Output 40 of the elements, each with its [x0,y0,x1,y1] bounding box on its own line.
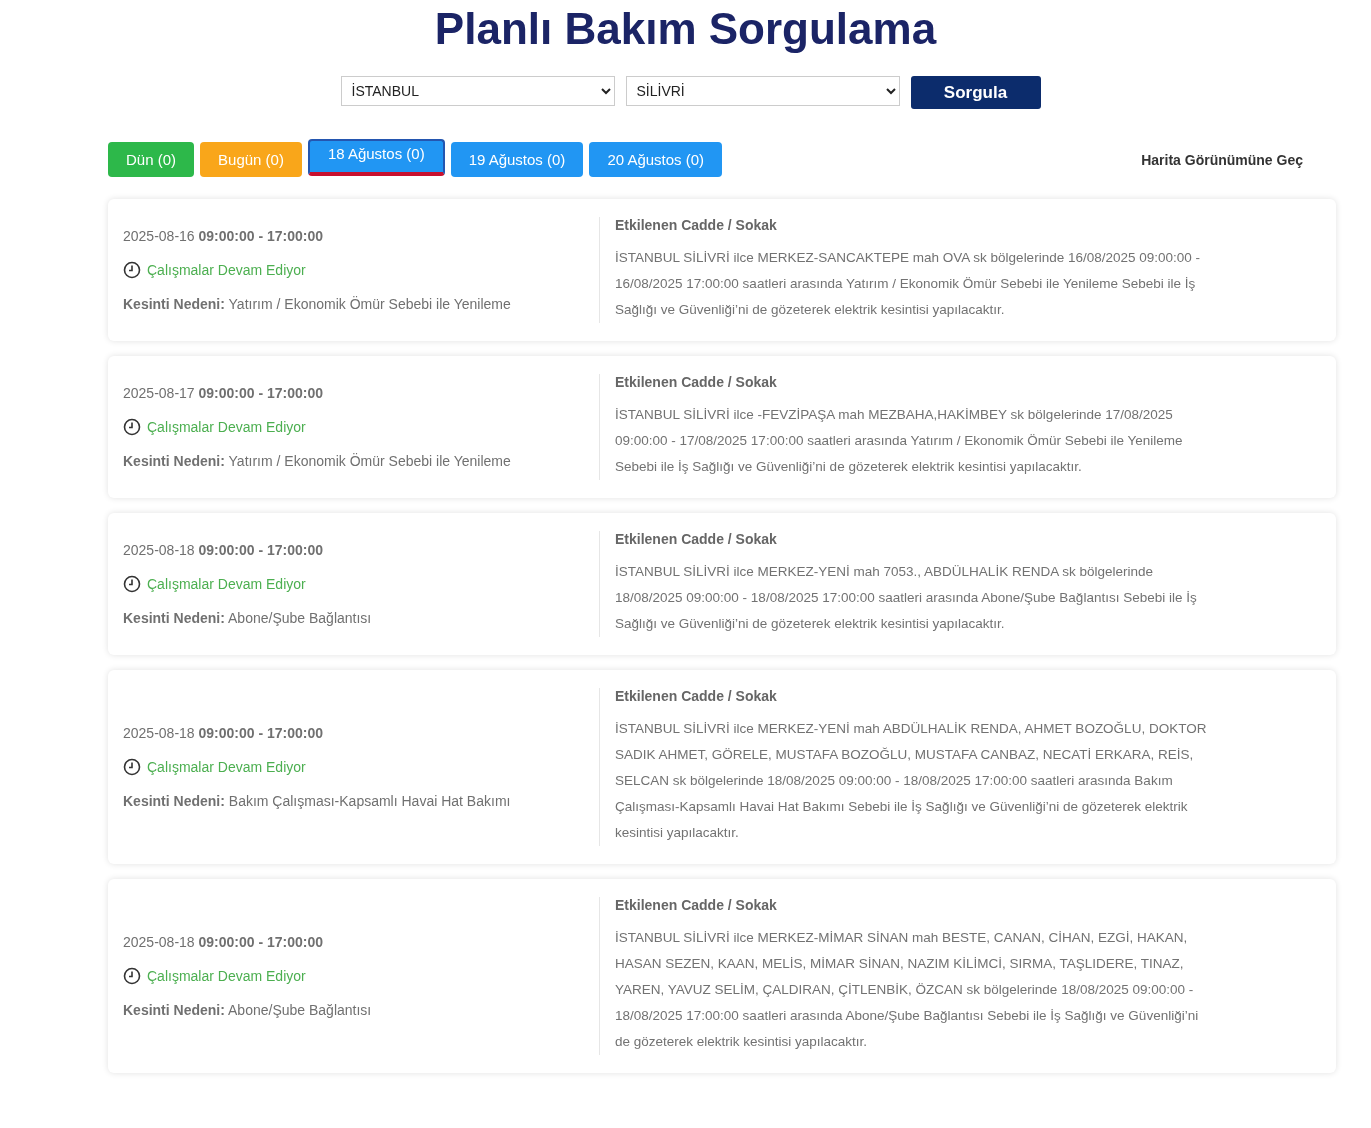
streets-heading: Etkilenen Cadde / Sokak [615,897,778,913]
streets-heading: Etkilenen Cadde / Sokak [615,217,778,233]
outage-time: 2025-08-17 09:00:00 - 17:00:00 [123,385,325,401]
query-button[interactable]: Sorgula [910,76,1041,109]
date-tab[interactable]: 20 Ağustos (0) [589,142,723,177]
clock-icon [123,418,141,436]
district-select[interactable]: SİLİVRİ [625,76,900,106]
streets-heading: Etkilenen Cadde / Sokak [615,531,778,547]
outage-description: İSTANBUL SİLİVRİ ilce MERKEZ-MİMAR SİNAN mah BESTE, CANAN, CİHAN, EZGİ, HAKAN, HASAN SEZEN, KAAN, MELİS, MİMAR SİNAN, NAZIM KİLİMCİ, SIRMA, TAŞLIDERE, TINAZ, YAREN, YAVUZ SELİM, ÇALDIRAN, ÇİTLENBİK, ÖZCAN sk bölgelerinde 18/08/2025 09:00:00 - 18/08/2025 17:00:00 saatleri arasında Abone/Şube Bağlantısı Sebebi ile İş Sağlığı ve Güvenliği’ni de gözeterek elektrik kesintisi yapılacaktır. [615,929,1200,1051]
streets-heading: Etkilenen Cadde / Sokak [615,688,778,704]
page-title: Planlı Bakım Sorgulama [433,3,938,54]
outage-time: 2025-08-18 09:00:00 - 17:00:00 [123,934,325,950]
outage-reason: Kesinti Nedeni: Yatırım / Ekonomik Ömür Sebebi ile Yenileme [123,296,512,312]
status-text: Çalışmalar Devam Ediyor [147,759,306,775]
outage-description: İSTANBUL SİLİVRİ ilce MERKEZ-SANCAKTEPE mah OVA sk bölgelerinde 16/08/2025 09:00:00 - 16/08/2025 17:00:00 saatleri arasında Yatırım / Ekonomik Ömür Sebebi ile Yenileme Sebebi ile İş Sağlığı ve Güvenliği’ni de gözeterek elektrik kesintisi yapılacaktır. [615,249,1201,319]
clock-icon [123,967,141,985]
province-select[interactable]: İSTANBUL [340,76,615,106]
outage-reason: Kesinti Nedeni: Abone/Şube Bağlantısı [123,1002,373,1018]
clock-icon [123,758,141,776]
streets-heading: Etkilenen Cadde / Sokak [615,374,778,390]
outage-time: 2025-08-18 09:00:00 - 17:00:00 [123,725,325,741]
outage-time: 2025-08-18 09:00:00 - 17:00:00 [123,542,325,558]
outage-reason: Kesinti Nedeni: Bakım Çalışması-Kapsamlı Havai Hat Bakımı [123,793,512,809]
status-text: Çalışmalar Devam Ediyor [147,419,306,435]
status-text: Çalışmalar Devam Ediyor [147,968,306,984]
date-tab[interactable]: Dün (0) [108,142,195,177]
date-tab[interactable]: 19 Ağustos (0) [450,142,584,177]
clock-icon [123,261,141,279]
status-text: Çalışmalar Devam Ediyor [147,576,306,592]
date-tab[interactable]: 18 Ağustos (0) [307,139,445,176]
outage-description: İSTANBUL SİLİVRİ ilce MERKEZ-YENİ mah 7053., ABDÜLHALİK RENDA sk bölgelerinde 18/08/2025 09:00:00 - 18/08/2025 17:00:00 saatleri arasında Abone/Şube Bağlantısı Sebebi ile İş Sağlığı ve Güvenliği’ni de gözeterek elektrik kesintisi yapılacaktır. [615,563,1198,633]
outage-description: İSTANBUL SİLİVRİ ilce MERKEZ-YENİ mah ABDÜLHALİK RENDA, AHMET BOZOĞLU, DOKTOR SADIK AHMET, GÖRELE, MUSTAFA BOZOĞLU, MUSTAFA CANBAZ, NECATİ ERKARA, REİS, SELCAN sk bölgelerinde 18/08/2025 09:00:00 - 18/08/2025 17:00:00 saatleri arasında Bakım Çalışması-Kapsamlı Havai Hat Bakımı Sebebi ile İş Sağlığı ve Güvenliği’ni de gözeterek elektrik kesintisi yapılacaktır. [615,720,1208,842]
outage-time: 2025-08-16 09:00:00 - 17:00:00 [123,228,325,244]
map-view-link[interactable]: Harita Görünümüne Geç [1141,151,1303,168]
outage-description: İSTANBUL SİLİVRİ ilce -FEVZİPAŞA mah MEZBAHA,HAKİMBEY sk bölgelerinde 17/08/2025 09:00:00 - 17/08/2025 17:00:00 saatleri arasında Yatırım / Ekonomik Ömür Sebebi ile Yenileme Sebebi ile İş Sağlığı ve Güvenliği’ni de gözeterek elektrik kesintisi yapılacaktır. [615,406,1184,476]
outage-reason: Kesinti Nedeni: Yatırım / Ekonomik Ömür Sebebi ile Yenileme [123,453,512,469]
status-text: Çalışmalar Devam Ediyor [147,262,306,278]
clock-icon [123,575,141,593]
outage-reason: Kesinti Nedeni: Abone/Şube Bağlantısı [123,610,373,626]
date-tab[interactable]: Bugün (0) [200,142,302,177]
